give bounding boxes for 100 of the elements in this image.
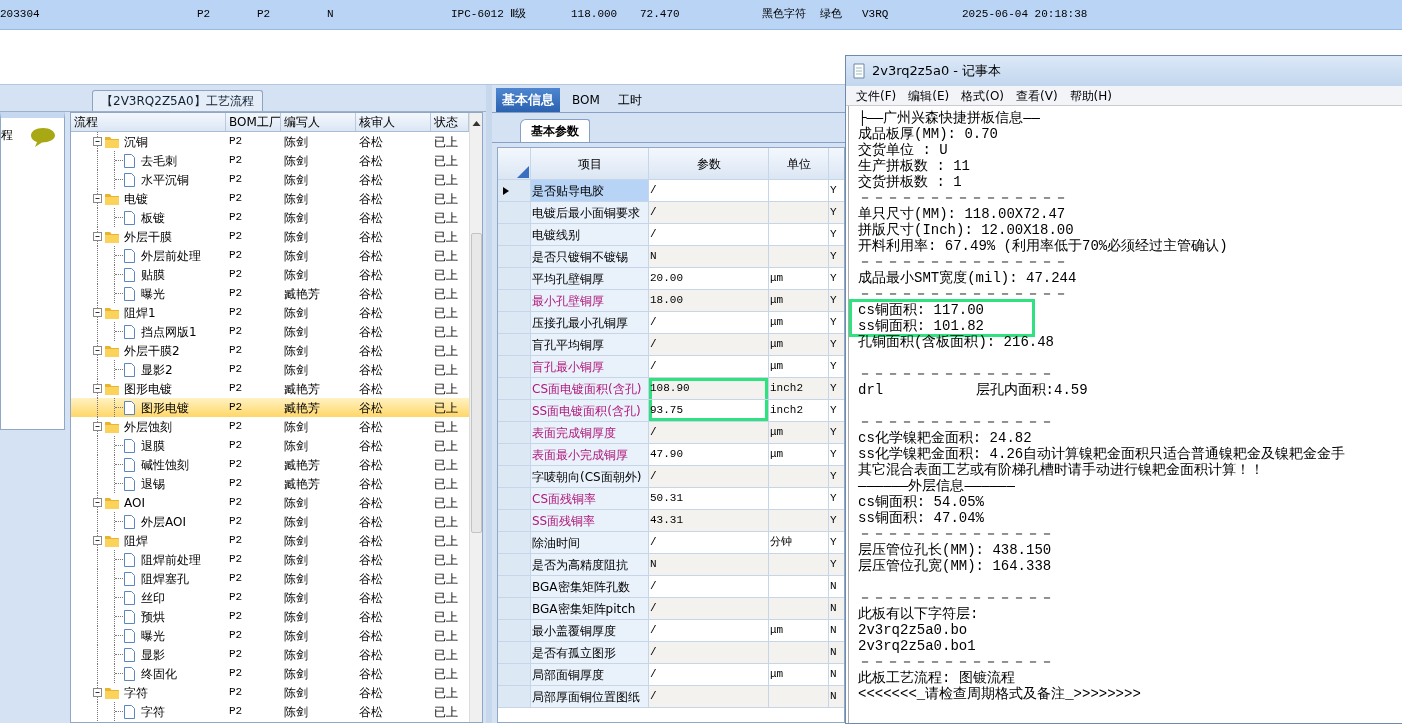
table-cell-text: 陈剑 — [283, 247, 309, 265]
tree-row[interactable]: 预烘 P2 陈剑 谷松 已上 — [71, 607, 469, 626]
tree-row[interactable]: 水平沉铜 P2 陈剑 谷松 已上 — [71, 170, 469, 189]
table-cell: inch2 — [769, 378, 829, 399]
tree-row[interactable]: 电镀 P2 陈剑 谷松 已上 — [71, 189, 469, 208]
document-icon — [123, 551, 137, 568]
table-cell: Y — [829, 290, 844, 311]
scroll-thumb[interactable] — [471, 233, 482, 533]
document-icon — [123, 456, 137, 473]
table-cell-text: 已上 — [433, 266, 459, 284]
splitter-handle[interactable] — [486, 85, 492, 723]
table-cell-text: P2 — [228, 362, 244, 378]
scrollbar[interactable] — [469, 113, 482, 722]
tree-row[interactable]: 字符 P2 陈剑 谷松 已上 — [71, 702, 469, 721]
document-icon — [123, 589, 137, 606]
table-cell-text: 已上 — [433, 532, 459, 550]
text-line: ——————外层信息—————— — [857, 478, 1016, 494]
text-line: cs铜面积: 117.00 — [849, 299, 1035, 318]
text-line: 成品板厚(MM): 0.70 — [857, 126, 999, 142]
table-cell: / — [649, 466, 769, 487]
menu-item[interactable]: 编辑(E) — [904, 86, 954, 105]
tree-label: 沉铜 — [124, 133, 148, 151]
table-cell-text: 陈剑 — [283, 570, 309, 588]
table-cell: Y — [829, 246, 844, 267]
tree-row[interactable]: 贴膜 P2 陈剑 谷松 已上 — [71, 265, 469, 284]
text-line: drl 层孔内面积:4.59 — [857, 382, 1089, 398]
tree-row[interactable]: 外层AOI P2 陈剑 谷松 已上 — [71, 512, 469, 531]
tree-row[interactable]: 丝印 P2 陈剑 谷松 已上 — [71, 588, 469, 607]
menu-item[interactable]: 帮助(H) — [1065, 86, 1116, 105]
tab[interactable]: 基本信息 — [496, 88, 560, 112]
tab[interactable]: BOM — [566, 88, 606, 112]
tree-row[interactable]: 阻焊前处理 P2 陈剑 谷松 已上 — [71, 550, 469, 569]
tree-row[interactable]: 终固化 P2 陈剑 谷松 已上 — [71, 664, 469, 683]
table-cell-text: 谷松 — [358, 437, 384, 455]
table-cell: Y — [829, 378, 844, 399]
tree-row[interactable]: 板镀 P2 陈剑 谷松 已上 — [71, 208, 469, 227]
table-cell: / — [649, 180, 769, 201]
table-cell-text: P2 — [228, 514, 244, 530]
table-cell-text: 已上 — [433, 684, 459, 702]
column-header: 核审人 — [356, 113, 431, 131]
document-icon — [123, 646, 137, 663]
tree-row[interactable]: 阻焊塞孔 P2 陈剑 谷松 已上 — [71, 569, 469, 588]
tree-row[interactable]: AOI P2 陈剑 谷松 已上 — [71, 493, 469, 512]
document-icon — [123, 152, 137, 169]
table-cell: / — [649, 664, 769, 685]
tree-row[interactable]: 挡点网版1 P2 陈剑 谷松 已上 — [71, 322, 469, 341]
table-cell-text: N — [327, 7, 335, 23]
tree-row[interactable]: 沉铜 P2 陈剑 谷松 已上 — [71, 132, 469, 151]
tree-row[interactable]: 阻焊 P2 陈剑 谷松 已上 — [71, 531, 469, 550]
folder-icon — [104, 305, 120, 320]
tab[interactable]: 基本参数 — [520, 119, 590, 142]
table-cell-text: 陈剑 — [283, 646, 309, 664]
table-cell: / — [649, 532, 769, 553]
tree-label: 外层干膜 — [124, 228, 172, 246]
folder-icon — [104, 419, 120, 434]
table-cell-text: 陈剑 — [283, 551, 309, 569]
tree-row[interactable]: 显影 P2 陈剑 谷松 已上 — [71, 645, 469, 664]
tree-row[interactable]: 显影2 P2 陈剑 谷松 已上 — [71, 360, 469, 379]
table-cell-text: 陈剑 — [283, 152, 309, 170]
table-cell-text: P2 — [228, 628, 244, 644]
table-cell-text: P2 — [228, 533, 244, 549]
tree-row[interactable]: 退锡 P2 臧艳芳 谷松 已上 — [71, 474, 469, 493]
tree-row[interactable]: 阻焊1 P2 陈剑 谷松 已上 — [71, 303, 469, 322]
table-cell: 47.90 — [649, 444, 769, 465]
table-cell: N — [829, 598, 844, 619]
tree-row[interactable]: 字符 P2 陈剑 谷松 已上 — [71, 683, 469, 702]
tree-label: 去毛刺 — [141, 152, 177, 170]
table-cell-text: 已上 — [433, 589, 459, 607]
tree-label: 丝印 — [141, 589, 165, 607]
window-title: 2v3rq2z5a0 - 记事本 — [872, 62, 1002, 81]
table-cell-text: 陈剑 — [283, 684, 309, 702]
table-cell-text: 陈剑 — [283, 703, 309, 721]
tab[interactable]: 工时 — [611, 88, 648, 112]
table-cell-text: 谷松 — [358, 342, 384, 360]
table-cell-text: 谷松 — [358, 570, 384, 588]
document-icon — [123, 247, 137, 264]
column-header: 单位 — [769, 148, 829, 179]
menu-item[interactable]: 格式(O) — [957, 86, 1009, 105]
table-cell-text: 已上 — [433, 380, 459, 398]
tree-row[interactable]: 外层干膜2 P2 陈剑 谷松 已上 — [71, 341, 469, 360]
tree-row[interactable]: 图形电镀 P2 臧艳芳 谷松 已上 — [71, 398, 469, 417]
tree-row[interactable]: 去毛刺 P2 陈剑 谷松 已上 — [71, 151, 469, 170]
menu-item[interactable]: 文件(F) — [852, 86, 901, 105]
tree-row[interactable]: 外层前处理 P2 陈剑 谷松 已上 — [71, 246, 469, 265]
tree-row[interactable]: 曝光 P2 陈剑 谷松 已上 — [71, 626, 469, 645]
tree-row[interactable]: 退膜 P2 陈剑 谷松 已上 — [71, 436, 469, 455]
menu-item[interactable]: 查看(V) — [1012, 86, 1062, 105]
text-line: －－－－－－－－－－－－－－ — [857, 365, 1055, 382]
table-cell-text: 黑色字符 — [762, 7, 807, 23]
table-cell: 除油时间 — [531, 532, 649, 553]
row-header[interactable] — [498, 180, 531, 201]
tree-row[interactable]: 外层蚀刻 P2 陈剑 谷松 已上 — [71, 417, 469, 436]
folder-icon — [104, 495, 120, 510]
tree-row[interactable]: 碱性蚀刻 P2 臧艳芳 谷松 已上 — [71, 455, 469, 474]
tree-row[interactable]: 曝光 P2 臧艳芳 谷松 已上 — [71, 284, 469, 303]
table-cell-text: 已上 — [433, 171, 459, 189]
table-cell-text: 谷松 — [358, 399, 384, 417]
text-line: <<<<<<<_请检查周期格式及备注_>>>>>>>> — [857, 686, 1142, 702]
tree-row[interactable]: 外层干膜 P2 陈剑 谷松 已上 — [71, 227, 469, 246]
tree-label: 字符 — [141, 703, 165, 721]
